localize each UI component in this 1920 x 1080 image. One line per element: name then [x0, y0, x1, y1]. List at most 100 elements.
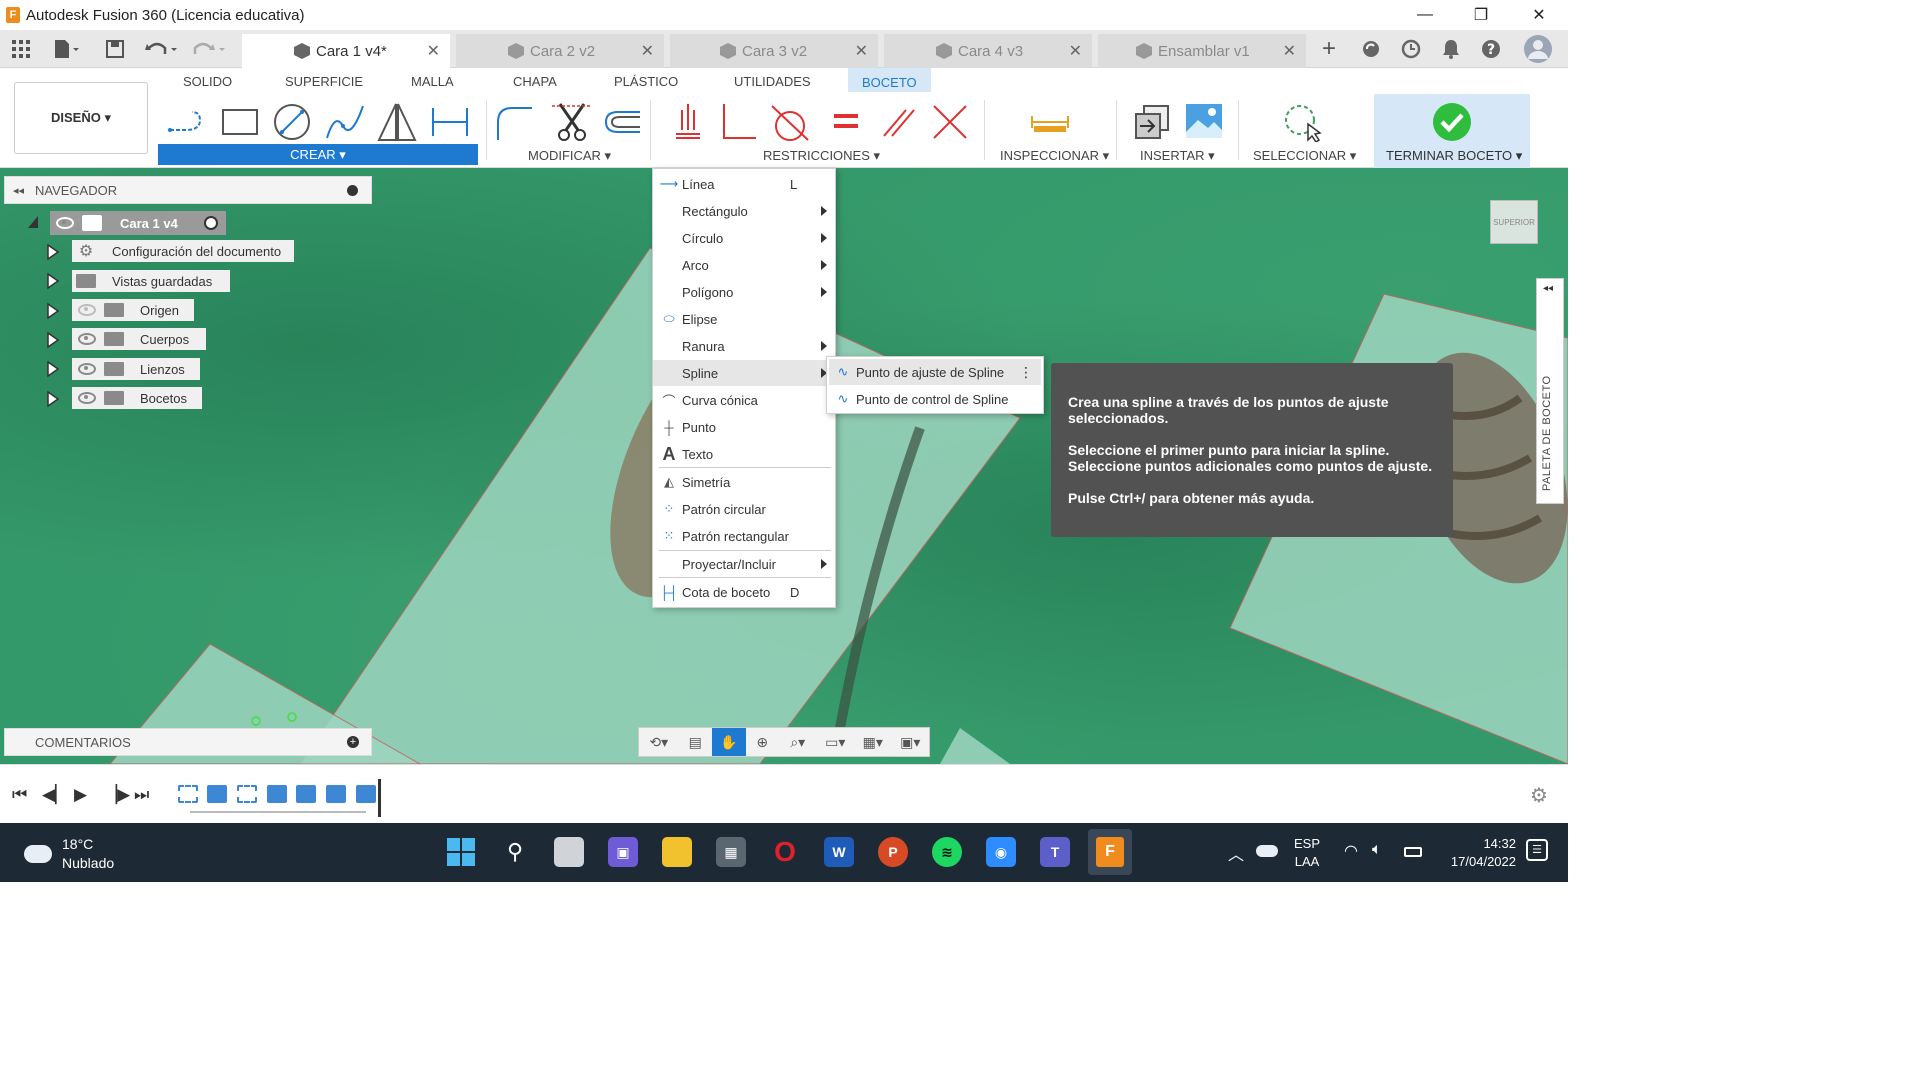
menu-item-simetria[interactable]: ◭ Simetría: [653, 469, 835, 495]
menu-item-elipse[interactable]: ⬭ Elipse: [653, 306, 835, 332]
menu-item-proyectar-incluir[interactable]: Proyectar/Incluir: [653, 551, 835, 577]
timeline-marker[interactable]: [378, 779, 381, 817]
navigator-item-origin[interactable]: Origen: [72, 299, 194, 321]
go-to-start-icon[interactable]: ⏮: [12, 785, 27, 805]
terminar-boceto-label[interactable]: TERMINAR BOCETO ▾: [1386, 148, 1522, 164]
circle-tool-icon[interactable]: [272, 102, 312, 142]
windows-start-icon[interactable]: [446, 837, 476, 867]
doc-tab-cara-3[interactable]: Cara 3 v2 ✕: [670, 34, 878, 68]
navigator-item-saved-views[interactable]: Vistas guardadas: [72, 270, 230, 292]
browser-navigator-header[interactable]: ◂◂ NAVEGADOR: [4, 176, 372, 204]
close-tab-icon[interactable]: ✕: [855, 41, 868, 61]
menu-item-linea[interactable]: ⟶ Línea L: [653, 171, 835, 197]
powerpoint-icon[interactable]: P: [878, 837, 908, 867]
menu-item-patron-rectangular[interactable]: ⁙ Patrón rectangular: [653, 523, 835, 549]
hidden-eye-icon[interactable]: [78, 304, 96, 316]
job-status-icon[interactable]: [1398, 36, 1424, 62]
help-icon[interactable]: ?: [1478, 36, 1504, 62]
mirror-tool-icon[interactable]: [377, 102, 417, 142]
orbit-icon[interactable]: ⟲▾: [639, 728, 678, 756]
volume-icon[interactable]: 🔈︎: [1372, 841, 1382, 859]
step-forward-icon[interactable]: ▕▶: [104, 785, 130, 805]
file-explorer-icon[interactable]: [662, 837, 692, 867]
navigator-item-bodies[interactable]: Cuerpos: [72, 328, 206, 350]
opera-browser-icon[interactable]: O: [770, 836, 800, 867]
viewports-icon[interactable]: ▣▾: [892, 728, 929, 756]
minimize-panel-icon[interactable]: [347, 184, 358, 196]
chat-icon[interactable]: ▣: [608, 837, 638, 867]
coincident-constraint-icon[interactable]: [668, 102, 708, 142]
timeline-sketch-item[interactable]: [237, 785, 257, 803]
tab-boceto[interactable]: BOCETO: [848, 68, 931, 92]
menu-item-rectangulo[interactable]: Rectángulo: [653, 198, 835, 224]
insert-derive-icon[interactable]: [1132, 102, 1172, 142]
user-avatar[interactable]: [1522, 35, 1554, 63]
expand-root-icon[interactable]: [26, 214, 40, 230]
fix-constraint-icon[interactable]: [930, 102, 970, 142]
menu-item-cota-de-boceto[interactable]: ├┤ Cota de boceto D: [653, 579, 835, 605]
parallel-constraint-icon[interactable]: [878, 102, 918, 142]
trim-scissors-icon[interactable]: [552, 102, 592, 142]
crear-group-button[interactable]: CREAR ▾: [158, 144, 478, 165]
more-options-icon[interactable]: ⋮: [1019, 364, 1033, 381]
onedrive-cloud-icon[interactable]: [1256, 845, 1278, 857]
grid-settings-icon[interactable]: ▦▾: [854, 728, 891, 756]
close-window-button[interactable]: ✕: [1510, 0, 1568, 30]
close-tab-icon[interactable]: ✕: [1069, 41, 1082, 61]
navigator-root-component[interactable]: Cara 1 v4: [50, 211, 226, 235]
timeline-canvas-item[interactable]: [267, 785, 287, 803]
notification-center-icon[interactable]: ☰: [1526, 839, 1548, 861]
insert-canvas-image-icon[interactable]: [1184, 102, 1224, 142]
finish-sketch-panel[interactable]: TERMINAR BOCETO ▾: [1374, 94, 1530, 168]
sketch-dimension-tool-icon[interactable]: [430, 102, 470, 142]
pan-hand-icon[interactable]: ✋: [711, 728, 746, 756]
tab-solido[interactable]: SOLIDO: [183, 74, 232, 89]
doc-tab-ensamblar[interactable]: Ensamblar v1 ✕: [1098, 34, 1306, 68]
perpendicular-constraint-icon[interactable]: [718, 102, 758, 142]
visibility-eye-icon[interactable]: [56, 217, 74, 229]
navigator-item-document-settings[interactable]: ⚙ Configuración del documento: [72, 240, 294, 262]
menu-item-texto[interactable]: A Texto: [653, 441, 835, 467]
menu-item-arco[interactable]: Arco: [653, 252, 835, 278]
battery-icon[interactable]: [1404, 847, 1422, 857]
expand-item-icon[interactable]: [46, 332, 60, 348]
menu-item-spline[interactable]: Spline: [653, 360, 835, 386]
spotify-icon[interactable]: ≋: [932, 837, 962, 867]
doc-tab-cara-2[interactable]: Cara 2 v2 ✕: [456, 34, 664, 68]
wifi-icon[interactable]: ◠: [1344, 841, 1358, 861]
tab-plastico[interactable]: PLÁSTICO: [614, 74, 678, 89]
sync-icon[interactable]: [1358, 36, 1384, 62]
comments-panel-header[interactable]: COMENTARIOS +: [4, 728, 372, 756]
fusion-taskbar-icon[interactable]: F: [1088, 829, 1132, 875]
timeline-settings-gear-icon[interactable]: ⚙: [1530, 783, 1548, 808]
clock[interactable]: 14:32 17/04/2022: [1440, 835, 1516, 871]
file-menu-icon[interactable]: [48, 36, 84, 62]
restore-button[interactable]: ❐: [1452, 0, 1510, 30]
select-cursor-icon[interactable]: [1282, 102, 1322, 142]
timeline-sketch-item[interactable]: [178, 785, 198, 803]
viewcube[interactable]: SUPERIOR: [1490, 200, 1538, 244]
expand-item-icon[interactable]: [46, 244, 60, 260]
tab-chapa[interactable]: CHAPA: [513, 74, 557, 89]
add-comment-icon[interactable]: +: [347, 736, 359, 748]
menu-item-curva-conica[interactable]: ⌒ Curva cónica: [653, 387, 835, 413]
menu-item-spline-control-point[interactable]: ∿ Punto de control de Spline: [829, 386, 1041, 412]
close-tab-icon[interactable]: ✕: [641, 41, 654, 61]
tab-malla[interactable]: MALLA: [411, 74, 454, 89]
language-indicator[interactable]: ESP LAA: [1294, 835, 1320, 871]
spline-tool-icon[interactable]: [325, 102, 365, 142]
expand-item-icon[interactable]: [46, 391, 60, 407]
activate-component-radio[interactable]: [204, 216, 218, 230]
tab-utilidades[interactable]: UTILIDADES: [734, 74, 811, 89]
fit-zoom-icon[interactable]: ⌕▾: [779, 728, 816, 756]
menu-item-patron-circular[interactable]: ⁘ Patrón circular: [653, 496, 835, 522]
notifications-bell-icon[interactable]: [1438, 36, 1464, 62]
equal-constraint-icon[interactable]: [826, 102, 866, 142]
workspace-selector[interactable]: DISEÑO ▾: [14, 82, 148, 154]
expand-item-icon[interactable]: [46, 361, 60, 377]
close-tab-icon[interactable]: ✕: [1283, 41, 1296, 61]
save-icon[interactable]: [104, 36, 126, 62]
new-tab-button[interactable]: +: [1316, 35, 1342, 62]
menu-item-spline-fit-point[interactable]: ∿ Punto de ajuste de Spline ⋮: [829, 359, 1041, 385]
doc-tab-cara-4[interactable]: Cara 4 v3 ✕: [884, 34, 1092, 68]
